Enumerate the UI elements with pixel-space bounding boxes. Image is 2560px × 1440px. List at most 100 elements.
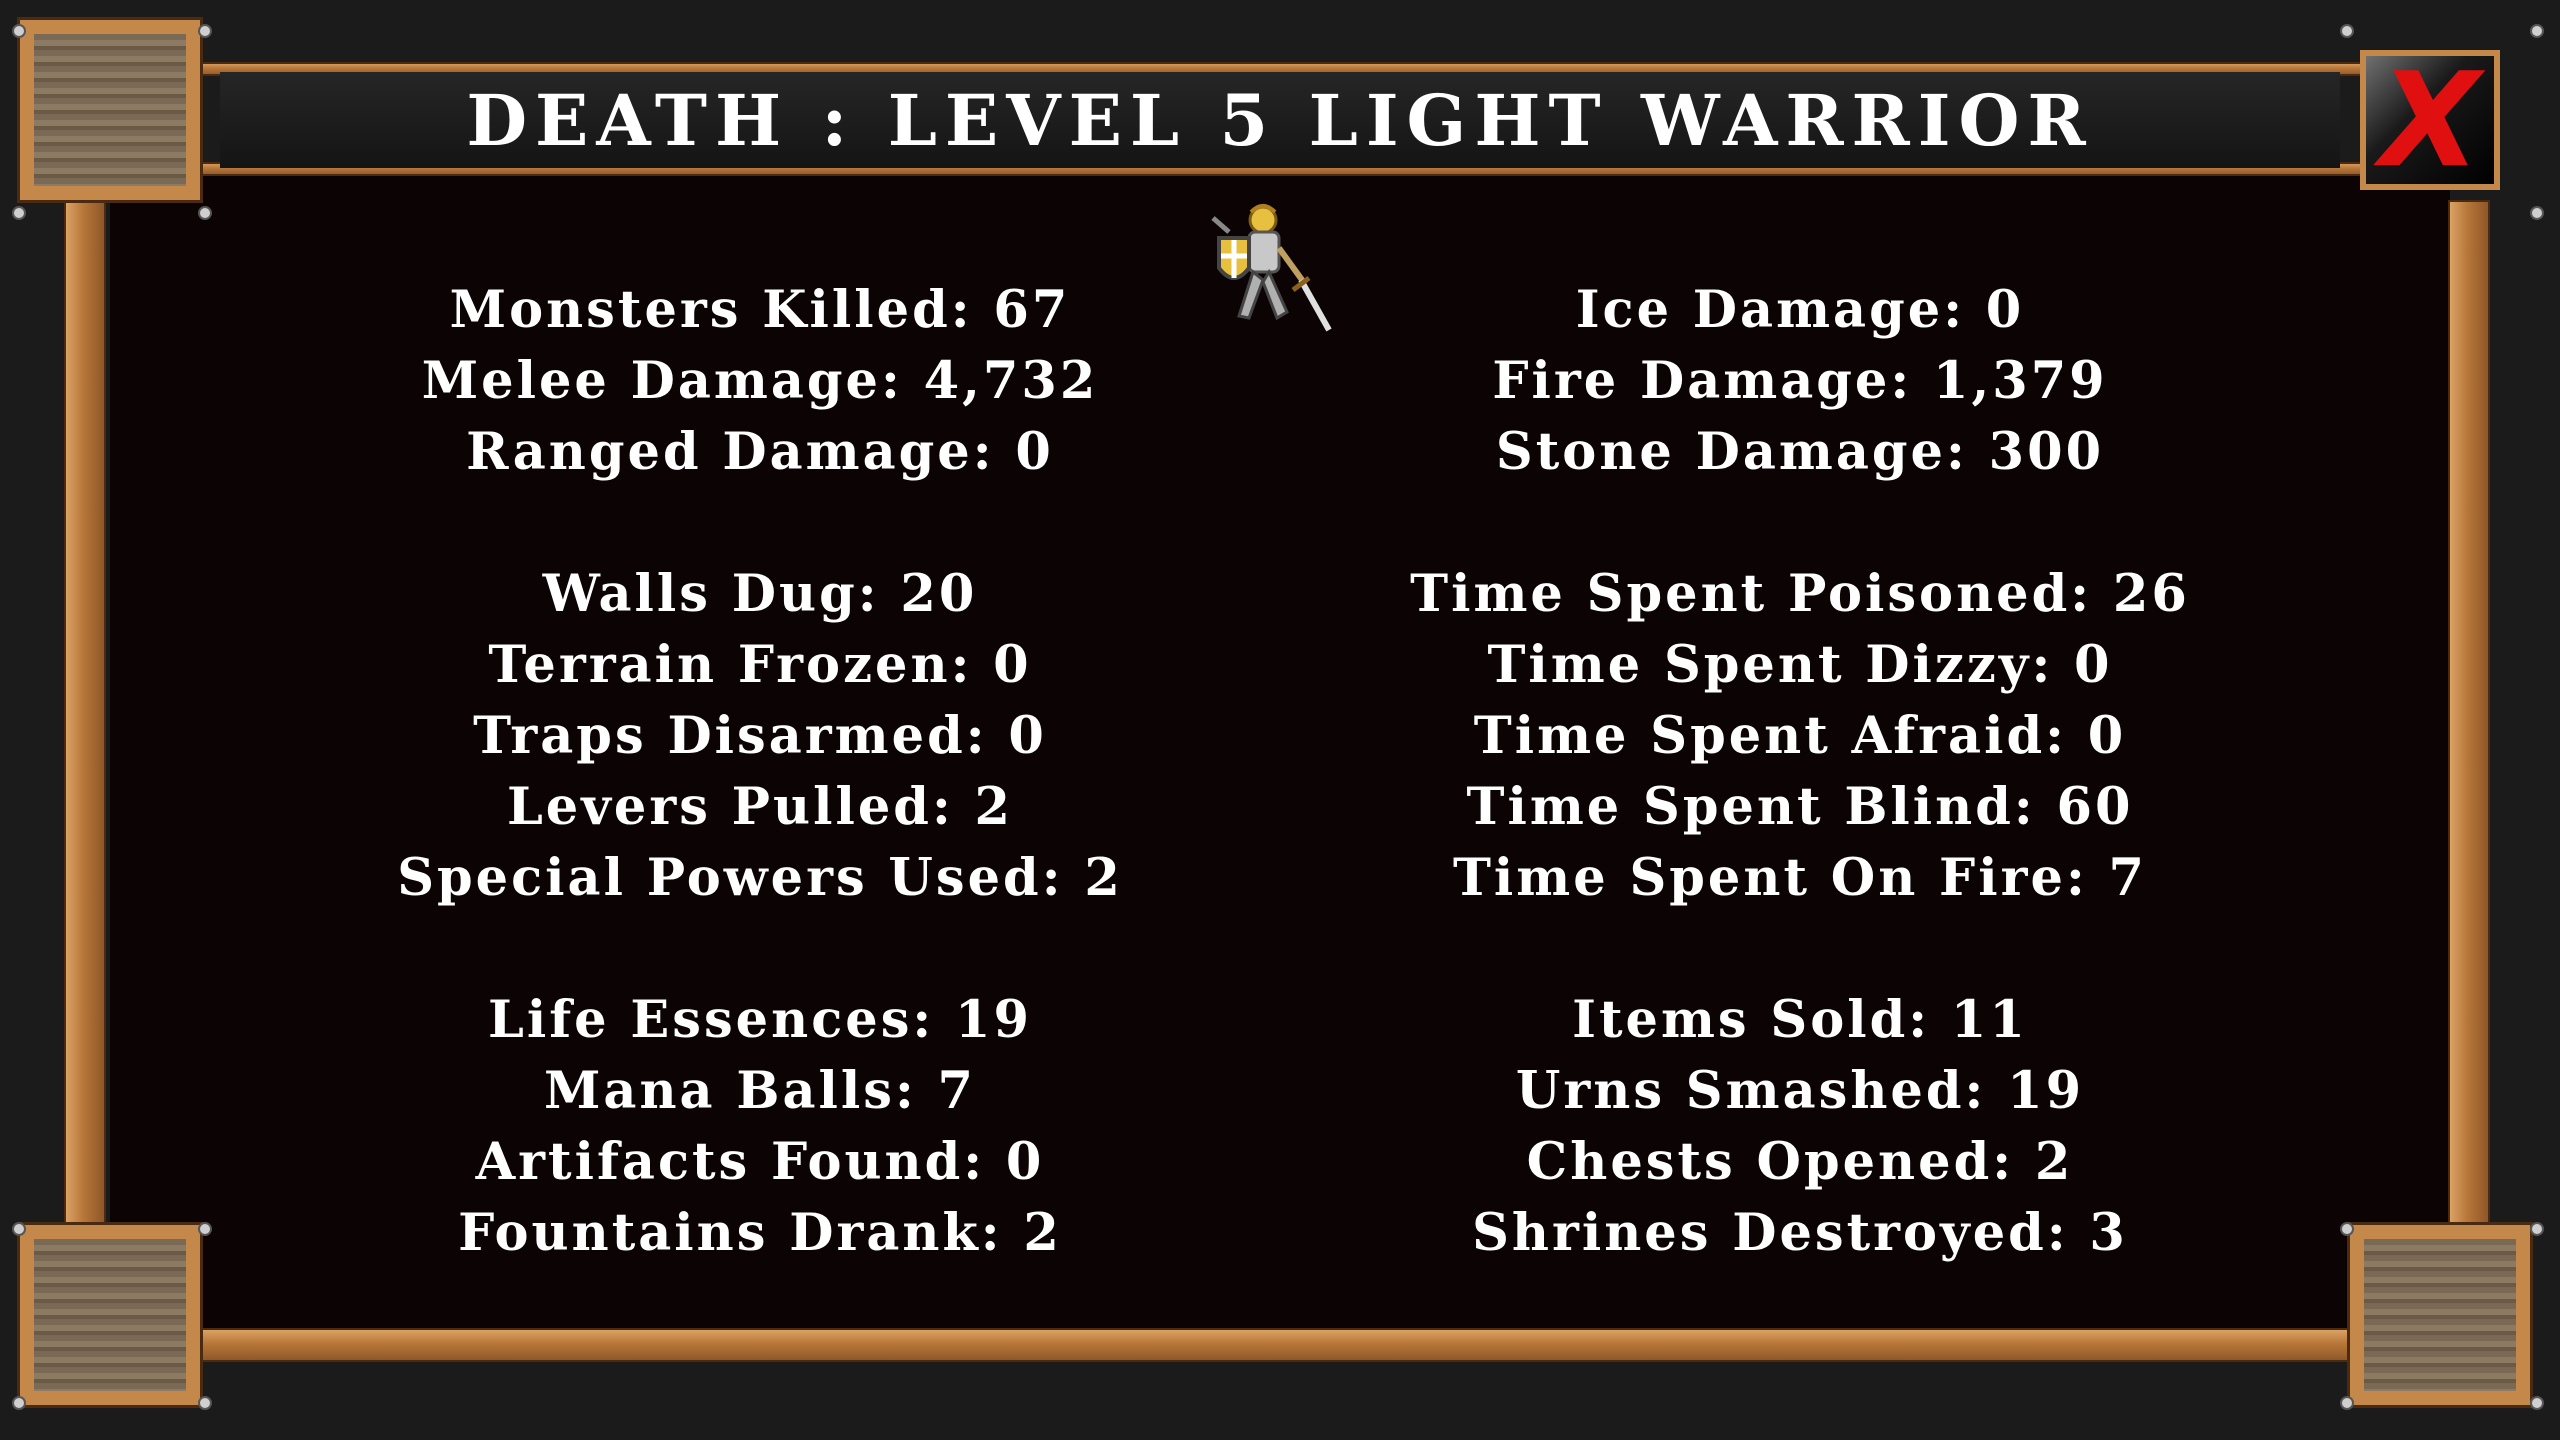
stat-separator: : bbox=[950, 635, 994, 695]
right-stats-column: Ice Damage: 0 Fire Damage: 1,379 Stone Dam… bbox=[1350, 275, 2250, 1269]
stat-label: Terrain Frozen bbox=[488, 635, 951, 695]
rivet-icon bbox=[2340, 24, 2354, 38]
stat-separator: : bbox=[881, 351, 924, 411]
stat-label: Chests Opened bbox=[1526, 1132, 1993, 1192]
stat-label: Walls Dug bbox=[542, 564, 858, 624]
stat-value: 0 bbox=[1985, 280, 2025, 340]
stat-value: 1,379 bbox=[1932, 351, 2108, 411]
close-button[interactable]: X bbox=[2360, 50, 2500, 190]
stat-label: Fountains Drank bbox=[458, 1203, 981, 1263]
stat-value: 0 bbox=[993, 635, 1032, 695]
frame-corner-bottom-right bbox=[2350, 1225, 2530, 1405]
stat-label: Artifacts Found bbox=[475, 1132, 964, 1192]
stat-row: Ice Damage: 0 bbox=[1350, 275, 2250, 346]
stat-row: Time Spent Afraid: 0 bbox=[1350, 701, 2250, 772]
stat-label: Mana Balls bbox=[543, 1061, 895, 1121]
stat-value: 300 bbox=[1988, 422, 2105, 482]
stat-label: Monsters Killed bbox=[449, 280, 951, 340]
stat-separator: : bbox=[1992, 1132, 2035, 1192]
stat-separator: : bbox=[2013, 777, 2057, 837]
stat-label: Time Spent Afraid bbox=[1473, 706, 2046, 766]
stat-row: Stone Damage: 300 bbox=[1350, 417, 2250, 488]
stat-value: 4,732 bbox=[923, 351, 1099, 411]
rivet-icon bbox=[12, 1222, 26, 1236]
stat-value: 11 bbox=[1950, 990, 2028, 1050]
stat-value: 0 bbox=[1005, 1132, 1045, 1192]
stat-separator: : bbox=[1943, 280, 1986, 340]
stat-label: Special Powers Used bbox=[397, 848, 1042, 908]
stat-row: Artifacts Found: 0 bbox=[310, 1127, 1210, 1198]
stat-row: Monsters Killed: 67 bbox=[310, 275, 1210, 346]
stat-row: Time Spent On Fire: 7 bbox=[1350, 843, 2250, 914]
stat-label: Fire Damage bbox=[1492, 351, 1891, 411]
rivet-icon bbox=[2340, 1222, 2354, 1236]
rivet-icon bbox=[2530, 24, 2544, 38]
left-stats-column: Monsters Killed: 67 Melee Damage: 4,732 Ra… bbox=[310, 275, 1210, 1269]
rivet-icon bbox=[198, 24, 212, 38]
stat-label: Ranged Damage bbox=[466, 422, 973, 482]
stat-separator: : bbox=[972, 422, 1016, 482]
stat-value: 2 bbox=[1023, 1203, 1062, 1263]
stat-separator: : bbox=[931, 777, 975, 837]
stat-separator: : bbox=[1890, 351, 1933, 411]
stat-label: Time Spent Poisoned bbox=[1410, 564, 2071, 624]
stat-separator: : bbox=[2046, 1203, 2090, 1263]
stat-row: Time Spent Dizzy: 0 bbox=[1350, 630, 2250, 701]
stat-row: Shrines Destroyed: 3 bbox=[1350, 1198, 2250, 1269]
frame-left-beam bbox=[64, 200, 106, 1250]
rivet-icon bbox=[12, 206, 26, 220]
rivet-icon bbox=[2530, 1222, 2544, 1236]
stat-value: 67 bbox=[993, 280, 1071, 340]
stat-row: Chests Opened: 2 bbox=[1350, 1127, 2250, 1198]
stat-separator: : bbox=[857, 564, 901, 624]
stat-label: Traps Disarmed bbox=[473, 706, 966, 766]
rivet-icon bbox=[12, 24, 26, 38]
rivet-icon bbox=[2340, 1396, 2354, 1410]
stat-label: Ice Damage bbox=[1575, 280, 1944, 340]
stat-value: 60 bbox=[2056, 777, 2134, 837]
stat-label: Shrines Destroyed bbox=[1472, 1203, 2047, 1263]
rivet-icon bbox=[198, 1396, 212, 1410]
stat-separator: : bbox=[1964, 1061, 2008, 1121]
stat-value: 7 bbox=[2108, 848, 2148, 908]
stat-separator: : bbox=[1041, 848, 1085, 908]
stat-label: Melee Damage bbox=[421, 351, 882, 411]
stat-label: Time Spent Dizzy bbox=[1487, 635, 2032, 695]
stat-label: Time Spent On Fire bbox=[1452, 848, 2066, 908]
close-x-icon: X bbox=[2379, 44, 2481, 196]
rivet-icon bbox=[2530, 206, 2544, 220]
stat-separator: : bbox=[2065, 848, 2109, 908]
stat-label: Items Sold bbox=[1572, 990, 1909, 1050]
stat-value: 2 bbox=[2034, 1132, 2074, 1192]
stat-row: Special Powers Used: 2 bbox=[310, 843, 1210, 914]
stat-separator: : bbox=[950, 280, 994, 340]
frame-right-beam bbox=[2448, 200, 2490, 1250]
stat-row: Levers Pulled: 2 bbox=[310, 772, 1210, 843]
stat-value: 20 bbox=[900, 564, 978, 624]
stat-value: 19 bbox=[2007, 1061, 2085, 1121]
stat-value: 0 bbox=[1008, 706, 1047, 766]
stat-row: Melee Damage: 4,732 bbox=[310, 346, 1210, 417]
stat-separator: : bbox=[2031, 635, 2075, 695]
stat-separator: : bbox=[2045, 706, 2088, 766]
stat-value: 26 bbox=[2112, 564, 2190, 624]
stat-separator: : bbox=[2070, 564, 2113, 624]
stat-label: Urns Smashed bbox=[1515, 1061, 1965, 1121]
stat-separator: : bbox=[980, 1203, 1024, 1263]
stat-row: Items Sold: 11 bbox=[1350, 985, 2250, 1056]
stat-value: 0 bbox=[2074, 635, 2113, 695]
stat-value: 2 bbox=[1084, 848, 1123, 908]
stat-separator: : bbox=[1908, 990, 1951, 1050]
page-title: DEATH : LEVEL 5 LIGHT WARRIOR bbox=[466, 78, 2094, 162]
rivet-icon bbox=[2530, 1396, 2544, 1410]
stat-value: 0 bbox=[1015, 422, 1054, 482]
stat-row: Time Spent Blind: 60 bbox=[1350, 772, 2250, 843]
stat-row: Time Spent Poisoned: 26 bbox=[1350, 559, 2250, 630]
stat-row: Ranged Damage: 0 bbox=[310, 417, 1210, 488]
stat-label: Stone Damage bbox=[1495, 422, 1946, 482]
stat-row: Mana Balls: 7 bbox=[310, 1056, 1210, 1127]
stat-row: Terrain Frozen: 0 bbox=[310, 630, 1210, 701]
